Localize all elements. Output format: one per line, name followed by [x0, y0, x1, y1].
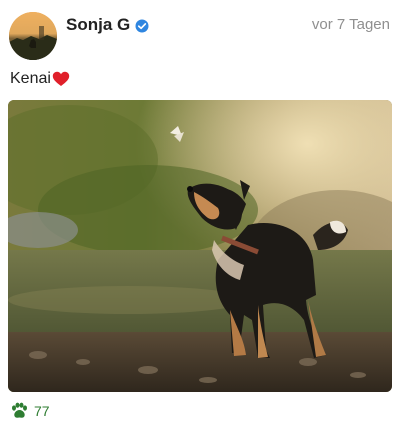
avatar[interactable] [9, 12, 57, 60]
dog-photo-image [8, 100, 392, 392]
avatar-image [9, 12, 57, 60]
paw-icon[interactable] [10, 402, 28, 420]
post-timestamp: vor 7 Tagen [311, 16, 390, 33]
author-line: Sonja G [66, 15, 149, 35]
post-header: Sonja G vor 7 Tagen [0, 0, 400, 66]
author-name[interactable]: Sonja G [66, 15, 130, 35]
likes-bar[interactable]: 77 [10, 402, 50, 420]
caption-text: Kenai [10, 70, 51, 87]
verified-badge-icon [135, 18, 149, 33]
likes-count: 77 [34, 403, 50, 419]
post-caption: Kenai [10, 70, 70, 88]
post-photo[interactable] [8, 100, 392, 392]
heart-icon [52, 71, 70, 87]
